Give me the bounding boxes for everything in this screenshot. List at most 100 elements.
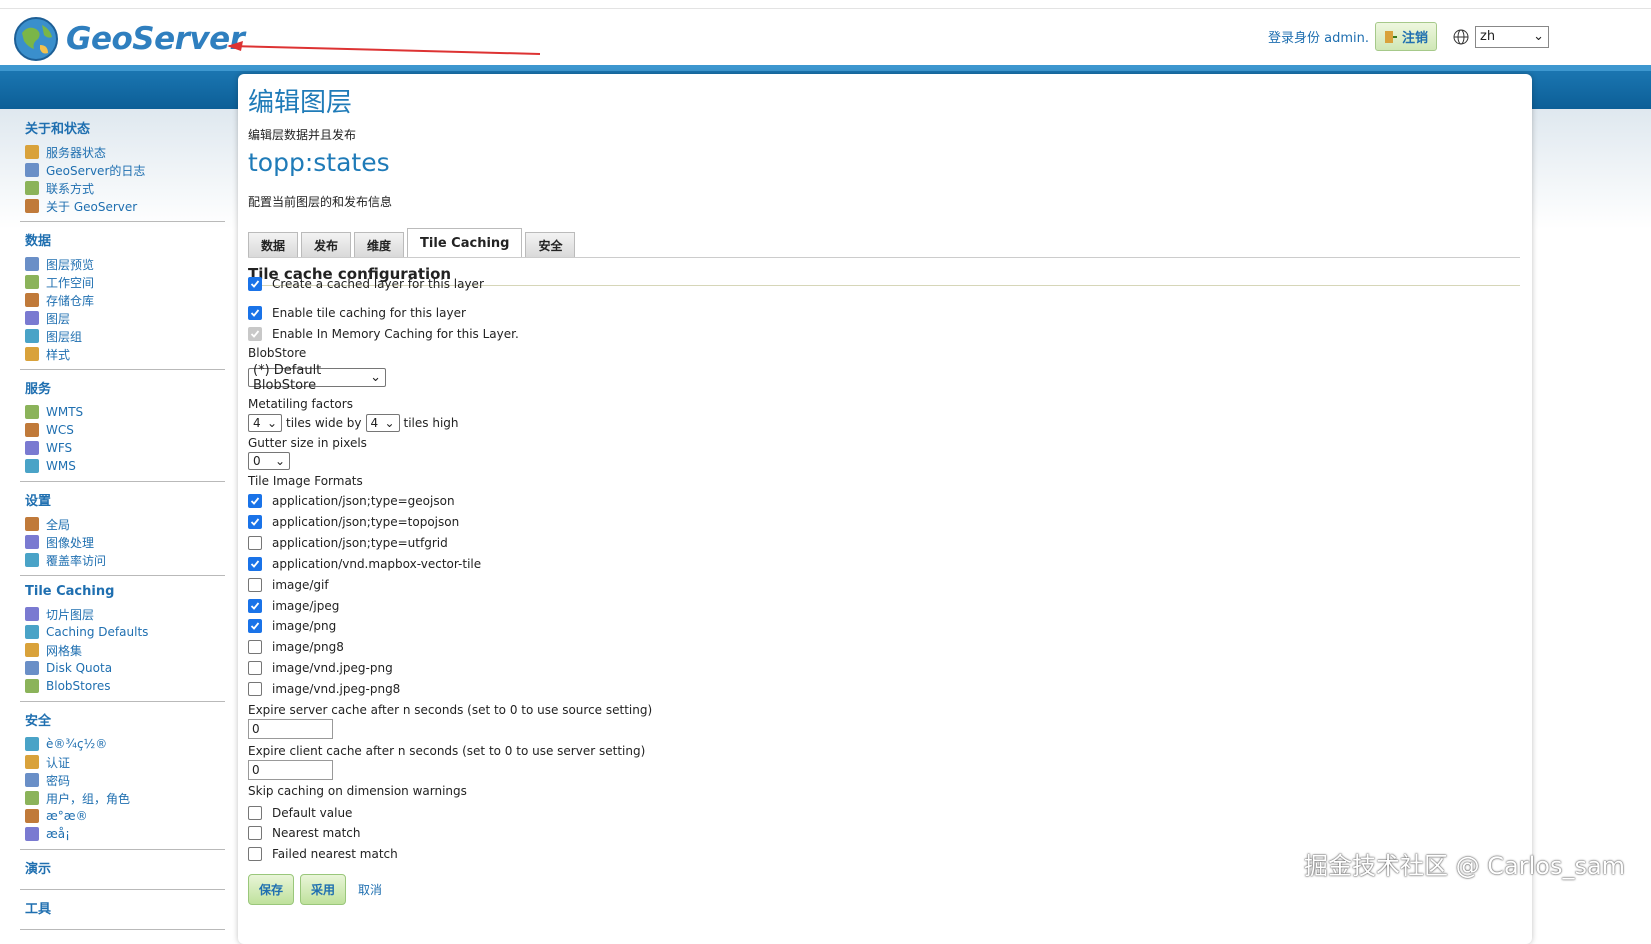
sidebar-item[interactable]: Caching Defaults [25,623,225,641]
sidebar-item[interactable]: BlobStores [25,677,225,695]
sidebar-section-title[interactable]: 演示 [25,858,225,877]
sidebar-item[interactable]: 认证 [25,753,225,771]
format-checkbox[interactable] [248,682,262,697]
sidebar-section-title[interactable]: 安全 [25,710,225,729]
sidebar-item-label: BlobStores [46,679,111,693]
login-status: 登录身份 admin. [1268,31,1369,46]
sidebar-item[interactable]: 服务器状态 [25,143,225,161]
sidebar-item[interactable]: 关于 GeoServer [25,197,225,215]
sidebar-section: 服务 WMTS WCS WFS WMS [20,378,225,482]
sidebar-section: 设置全局 图像处理 覆盖率访问 [20,490,225,576]
sidebar-item-icon [25,405,39,419]
sidebar-item-icon [25,459,39,473]
sidebar-item-label: 网格集 [46,643,83,658]
logout-icon [1385,30,1397,43]
tab-security[interactable]: 安全 [525,232,576,257]
cancel-link[interactable]: 取消 [358,881,382,898]
top-border [0,0,1651,9]
format-checkbox[interactable] [248,577,262,592]
sidebar-item[interactable]: GeoServer的日志 [25,161,225,179]
sidebar-item[interactable]: æå¡ [25,825,225,843]
tab-dimensions[interactable]: 维度 [354,232,405,257]
sidebar-section-title[interactable]: 服务 [25,378,225,397]
sidebar-item[interactable]: 样式 [25,345,225,363]
sidebar-item[interactable]: WMS [25,457,225,475]
gutter-label: Gutter size in pixels [248,436,367,450]
enable-memory-checkbox[interactable] [248,327,262,341]
sidebar-item[interactable]: è®¾ç½® [25,735,225,753]
enable-tile-caching-checkbox[interactable] [248,306,262,320]
format-checkbox[interactable] [248,535,262,550]
sidebar-section-title[interactable]: Tile Caching [25,584,225,599]
logout-button[interactable]: 注销 [1375,22,1438,51]
skip-nearest-checkbox[interactable] [248,826,262,840]
format-checkbox[interactable] [248,598,262,613]
sidebar-item[interactable]: 用户，组，角色 [25,789,225,807]
sidebar-item[interactable]: 密码 [25,771,225,789]
create-cached-checkbox[interactable] [248,277,262,291]
sidebar-item-label: Caching Defaults [46,625,149,639]
tab-tile-caching[interactable]: Tile Caching [407,228,523,257]
chevron-down-icon: ⌄ [1533,29,1545,44]
sidebar-section-title[interactable]: 工具 [25,898,225,917]
sidebar-item[interactable]: WMTS [25,403,225,421]
logout-label: 注销 [1402,31,1429,46]
sidebar-item[interactable]: 全局 [25,515,225,533]
skip-default-checkbox[interactable] [248,806,262,820]
create-cached-row: Create a cached layer for this layer [248,277,484,291]
sidebar-item[interactable]: 覆盖率访问 [25,551,225,569]
sidebar-item[interactable]: 存储仓库 [25,291,225,309]
sidebar-item-icon [25,553,39,567]
format-checkbox[interactable] [248,514,262,529]
format-checkbox[interactable] [248,494,262,508]
format-label: image/vnd.jpeg-png [272,661,393,676]
sidebar-section-title[interactable]: 数据 [25,230,225,249]
sidebar-item[interactable]: 图层 [25,309,225,327]
language-value: zh [1480,29,1496,44]
expire-server-label: Expire server cache after n seconds (set… [248,703,653,717]
format-label: image/png [272,619,337,634]
meta-high-select[interactable]: 4 ⌄ [365,414,400,432]
sidebar-item[interactable]: æ°æ® [25,807,225,825]
geoserver-logo[interactable]: GeoServer [12,14,245,64]
sidebar-item[interactable]: WCS [25,421,225,439]
sidebar-item[interactable]: 图层预览 [25,255,225,273]
sidebar-item-label: GeoServer的日志 [46,163,146,178]
sidebar-item-label: Disk Quota [46,661,113,675]
language-select[interactable]: zh ⌄ [1475,25,1550,48]
sidebar-section: 关于和状态服务器状态 GeoServer的日志 联系方式 关于 GeoServer [20,118,225,222]
sidebar-item[interactable]: Disk Quota [25,659,225,677]
save-button[interactable]: 保存 [248,874,295,905]
page-subtitle: 编辑层数据并且发布 [248,128,357,142]
sidebar-item[interactable]: 切片图层 [25,605,225,623]
skip-nearest-label: Nearest match [272,826,361,840]
skip-failed-checkbox[interactable] [248,847,262,861]
format-label: application/vnd.mapbox-vector-tile [272,556,482,571]
sidebar-item-label: æ°æ® [46,809,88,823]
meta-wide-select[interactable]: 4 ⌄ [248,414,282,432]
apply-button[interactable]: 采用 [300,874,347,905]
tab-data[interactable]: 数据 [248,232,299,257]
format-checkbox[interactable] [248,619,262,634]
expire-client-label: Expire client cache after n seconds (set… [248,744,646,758]
sidebar-item[interactable]: 联系方式 [25,179,225,197]
sidebar-item[interactable]: 图像处理 [25,533,225,551]
gutter-select[interactable]: 0 ⌄ [248,452,290,470]
blobstore-select[interactable]: (*) Default BlobStore ⌄ [248,363,386,393]
expire-client-input[interactable]: 0 [248,760,333,780]
globe-logo-icon [14,17,58,61]
format-checkbox[interactable] [248,661,262,676]
sidebar-section-title[interactable]: 设置 [25,490,225,509]
format-checkbox[interactable] [248,556,262,571]
sidebar-section-title[interactable]: 关于和状态 [25,118,225,137]
sidebar-item[interactable]: 工作空间 [25,273,225,291]
sidebar-item[interactable]: 网格集 [25,641,225,659]
sidebar-item[interactable]: WFS [25,439,225,457]
expire-server-input[interactable]: 0 [248,719,333,739]
tiles-high-label: tiles high [403,416,459,430]
chevron-down-icon: ⌄ [370,370,381,385]
sidebar-item[interactable]: 图层组 [25,327,225,345]
format-checkbox[interactable] [248,640,262,655]
tab-publishing[interactable]: 发布 [301,232,352,257]
sidebar-section: 数据图层预览 工作空间 存储仓库 图层 图层组 样式 [20,230,225,370]
